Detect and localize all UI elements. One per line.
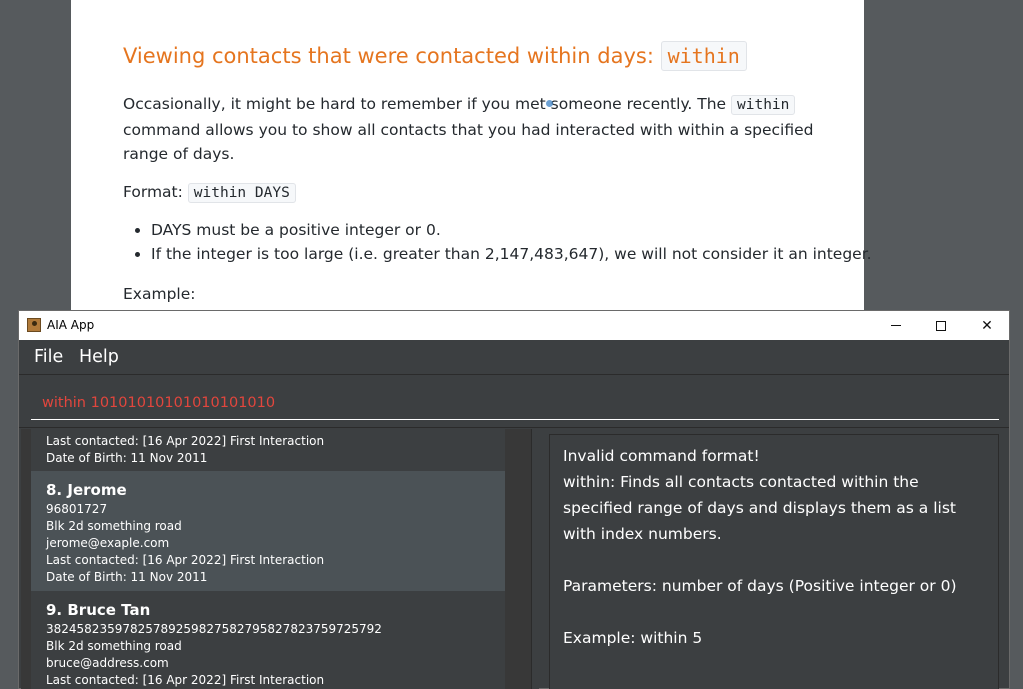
minimize-icon [891, 325, 901, 326]
window-title: AIA App [47, 318, 95, 332]
paragraph-text-start: Occasionally, it might be hard to rememb… [123, 95, 732, 113]
documentation-page: Viewing contacts that were contacted wit… [71, 0, 872, 311]
menu-help[interactable]: Help [79, 347, 119, 367]
contact-card[interactable]: Last contacted: [16 Apr 2022] First Inte… [31, 429, 505, 471]
contact-phone: 96801727 [46, 502, 108, 516]
app-icon [27, 318, 41, 332]
heading-text: Viewing contacts that were contacted wit… [123, 44, 661, 68]
app-window: AIA App ✕ File Help Last contacted: [16 … [18, 310, 1010, 689]
heading-code: within [660, 41, 747, 71]
title-bar[interactable]: AIA App ✕ [19, 311, 1009, 340]
description-paragraph: Occasionally, it might be hard to rememb… [123, 92, 823, 167]
example-label: Example: [123, 285, 196, 303]
contact-name: 8. Jerome [46, 481, 127, 499]
menu-bar: File Help [19, 340, 1009, 375]
format-label: Format: [123, 183, 188, 201]
paragraph-text-end: command allows you to show all contacts … [123, 120, 814, 164]
contact-email: jerome@exaple.com [46, 536, 170, 550]
contact-address: Blk 2d something road [46, 519, 182, 533]
contact-email: bruce@address.com [46, 656, 169, 670]
list-item: DAYS must be a positive integer or 0. [151, 218, 872, 242]
maximize-icon [936, 320, 946, 331]
menu-file[interactable]: File [34, 347, 63, 367]
minimize-button[interactable] [873, 311, 919, 340]
contact-last-contacted: Last contacted: [16 Apr 2022] First Inte… [46, 553, 325, 567]
result-text: Invalid command format! within: Finds al… [563, 447, 957, 647]
contact-list-panel[interactable]: Last contacted: [16 Apr 2022] First Inte… [21, 429, 531, 689]
contact-name: 9. Bruce Tan [46, 601, 151, 619]
constraints-list: DAYS must be a positive integer or 0. If… [151, 218, 872, 266]
contact-card[interactable]: 9. Bruce Tan 382458235978257892598275827… [31, 591, 505, 689]
contact-last-contacted: Last contacted: [16 Apr 2022] First Inte… [46, 434, 325, 448]
list-item: If the integer is too large (i.e. greate… [151, 242, 872, 266]
maximize-button[interactable] [918, 311, 964, 340]
mouse-cursor-icon [546, 100, 553, 107]
split-pane-divider[interactable] [531, 429, 539, 689]
contact-list: Last contacted: [16 Apr 2022] First Inte… [31, 429, 505, 689]
command-box [19, 376, 1009, 428]
contact-address: Blk 2d something road [46, 639, 182, 653]
format-code: within DAYS [187, 183, 296, 203]
contact-card-selected[interactable]: 8. Jerome 96801727 Blk 2d something road… [31, 471, 505, 591]
contact-last-contacted: Last contacted: [16 Apr 2022] First Inte… [46, 673, 325, 687]
contact-dob: Date of Birth: 11 Nov 2011 [46, 570, 208, 584]
format-line: Format: within DAYS [123, 180, 823, 206]
close-button[interactable]: ✕ [964, 311, 1010, 340]
command-input[interactable] [31, 386, 999, 420]
contact-dob: Date of Birth: 11 Nov 2011 [46, 451, 208, 465]
paragraph-code: within [731, 95, 796, 115]
close-icon: ✕ [981, 317, 993, 334]
section-heading: Viewing contacts that were contacted wit… [123, 41, 747, 71]
result-display[interactable]: Invalid command format! within: Finds al… [549, 434, 999, 689]
contact-phone: 3824582359782578925982758279582782375972… [46, 622, 382, 636]
